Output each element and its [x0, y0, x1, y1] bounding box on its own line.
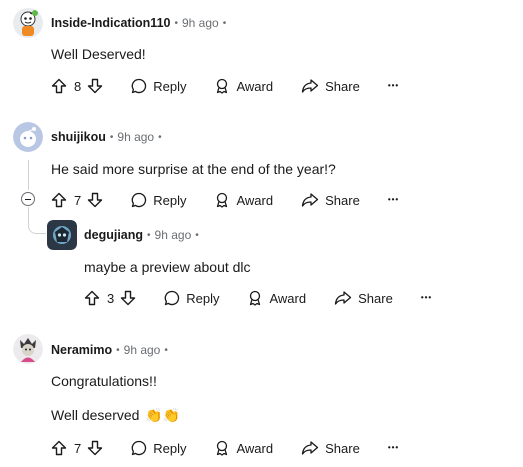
comment-actions: 7 Reply Award Share ••• [51, 437, 399, 459]
separator-dot: • [222, 17, 227, 29]
username[interactable]: shuijikou [51, 130, 106, 144]
separator-dot: • [109, 131, 114, 143]
reply-connector-line [28, 207, 46, 234]
upvote-button[interactable] [51, 192, 67, 208]
reply-button[interactable]: Reply [164, 290, 219, 306]
downvote-button[interactable] [120, 290, 136, 306]
comment-body-text: Well deserved [51, 407, 140, 423]
reply-label: Reply [186, 290, 220, 306]
vote-count: 7 [74, 440, 82, 456]
thread-line [28, 160, 29, 190]
award-icon [250, 290, 261, 306]
avatar[interactable] [13, 8, 43, 38]
avatar[interactable] [47, 220, 77, 250]
share-button[interactable]: Share [301, 440, 360, 456]
share-icon [301, 193, 319, 207]
comment-actions: 8 Reply Award Share ••• [51, 75, 399, 97]
comment-body-line-2: Well deserved 👏👏 [51, 407, 180, 424]
vote-count: 7 [74, 192, 82, 208]
avatar[interactable] [13, 122, 43, 152]
comment-actions: 7 Reply Award Share ••• [51, 189, 399, 211]
comment-bubble-icon [131, 78, 147, 94]
username[interactable]: degujiang [84, 228, 143, 242]
clapping-hands-emoji: 👏👏 [145, 407, 181, 423]
downvote-icon [121, 290, 136, 306]
reply-button[interactable]: Reply [131, 78, 186, 94]
comment-bubble-icon [164, 290, 180, 306]
upvote-icon [51, 78, 67, 94]
downvote-button[interactable] [87, 440, 103, 456]
share-icon [301, 79, 319, 93]
upvote-button[interactable] [84, 290, 100, 306]
upvote-icon [51, 440, 67, 456]
upvote-icon [84, 290, 100, 306]
separator-dot: • [164, 344, 168, 356]
vote-count: 8 [74, 78, 82, 94]
upvote-button[interactable] [51, 78, 67, 94]
vote-count: 3 [107, 290, 115, 306]
upvote-icon [51, 192, 67, 208]
reply-label: Reply [153, 440, 187, 456]
comment-bubble-icon [131, 192, 147, 208]
reply-label: Reply [153, 192, 187, 208]
award-icon [217, 78, 228, 94]
comment-actions: 3 Reply Award Share ••• [84, 287, 432, 309]
reply-button[interactable]: Reply [131, 440, 186, 456]
avatar[interactable] [13, 334, 43, 364]
timestamp[interactable]: 9h ago [117, 130, 154, 144]
separator-dot: • [195, 229, 199, 241]
collapse-thread-button[interactable] [21, 192, 35, 206]
share-label: Share [325, 78, 360, 94]
share-label: Share [325, 192, 360, 208]
comment-body: Well Deserved! [51, 46, 146, 62]
separator-dot: • [158, 131, 162, 143]
separator-dot: • [147, 229, 151, 241]
comment-body: He said more surprise at the end of the … [51, 161, 336, 177]
timestamp[interactable]: 9h ago [124, 343, 161, 357]
award-button[interactable]: Award [214, 192, 273, 208]
username[interactable]: Neramimo [51, 343, 112, 357]
share-icon [334, 291, 352, 305]
share-button[interactable]: Share [334, 290, 393, 306]
reply-label: Reply [153, 78, 187, 94]
downvote-button[interactable] [87, 78, 103, 94]
more-options-button[interactable]: ••• [388, 195, 399, 205]
award-label: Award [236, 192, 274, 208]
comment-body: maybe a preview about dlc [84, 259, 251, 275]
share-button[interactable]: Share [301, 192, 360, 208]
award-button[interactable]: Award [214, 440, 273, 456]
separator-dot: • [174, 17, 178, 29]
comment-body: Congratulations!! [51, 373, 157, 389]
more-options-button[interactable]: ••• [388, 81, 399, 91]
share-label: Share [325, 440, 360, 456]
more-options-button[interactable]: ••• [388, 443, 399, 453]
downvote-button[interactable] [87, 192, 103, 208]
more-options-button[interactable]: ••• [421, 293, 432, 303]
downvote-icon [88, 78, 103, 94]
timestamp[interactable]: 9h ago [182, 16, 219, 30]
upvote-button[interactable] [51, 440, 67, 456]
award-label: Award [269, 290, 307, 306]
downvote-icon [88, 192, 103, 208]
award-label: Award [236, 440, 274, 456]
award-icon [217, 440, 228, 456]
timestamp[interactable]: 9h ago [155, 228, 192, 242]
separator-dot: • [116, 344, 120, 356]
share-button[interactable]: Share [301, 78, 360, 94]
award-button[interactable]: Award [214, 78, 273, 94]
award-icon [217, 192, 228, 208]
username[interactable]: Inside-Indication110 [51, 16, 170, 30]
downvote-icon [88, 440, 103, 456]
award-button[interactable]: Award [247, 290, 306, 306]
comment-bubble-icon [131, 440, 147, 456]
reply-button[interactable]: Reply [131, 192, 186, 208]
share-icon [301, 441, 319, 455]
share-label: Share [358, 290, 393, 306]
award-label: Award [236, 78, 274, 94]
